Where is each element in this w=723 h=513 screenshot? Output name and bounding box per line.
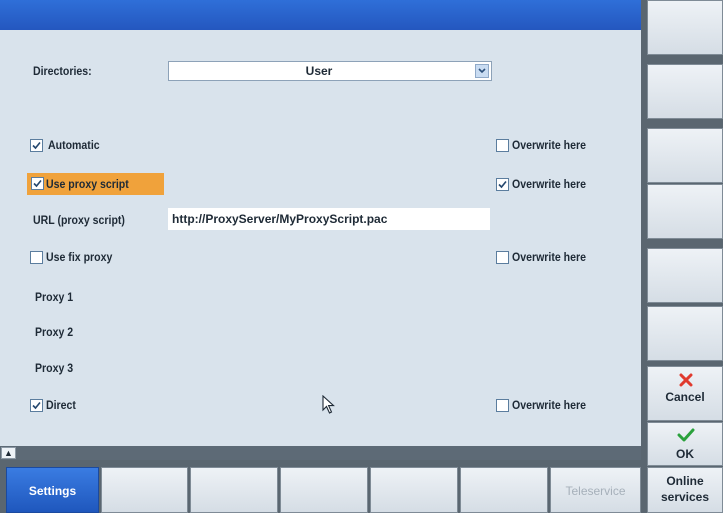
url-proxy-script-label: URL (proxy script) [33, 213, 125, 227]
check-icon [33, 179, 42, 188]
direct-checkbox[interactable] [30, 399, 43, 412]
softkey-bottom-6[interactable] [460, 467, 548, 513]
softkey-right-6[interactable] [647, 306, 723, 361]
online-services-button[interactable]: Online services [647, 467, 723, 513]
proxy-2-label: Proxy 2 [35, 325, 74, 339]
use-fix-proxy-label: Use fix proxy [46, 250, 113, 264]
title-bar [0, 0, 641, 30]
settings-softkey[interactable]: Settings [6, 467, 99, 513]
url-proxy-script-input[interactable]: http://ProxyServer/MyProxyScript.pac [168, 208, 490, 230]
ok-label: OK [676, 447, 694, 461]
automatic-checkbox[interactable] [30, 139, 43, 152]
overwrite-direct-checkbox[interactable] [496, 399, 509, 412]
mouse-pointer-icon [322, 395, 335, 414]
overwrite-automatic-checkbox[interactable] [496, 139, 509, 152]
horizontal-scrollbar[interactable]: ▲ [0, 446, 641, 460]
directories-value: User [305, 64, 333, 78]
teleservice-label: Teleservice [565, 484, 626, 498]
overwrite-automatic-label: Overwrite here [512, 138, 586, 152]
automatic-label: Automatic [48, 138, 100, 152]
check-icon [32, 401, 41, 410]
ok-button[interactable]: OK [647, 422, 723, 466]
cancel-label: Cancel [665, 390, 705, 404]
use-proxy-script-label: Use proxy script [46, 177, 129, 191]
use-fix-proxy-checkbox[interactable] [30, 251, 43, 264]
softkey-right-2[interactable] [647, 64, 723, 119]
chevron-down-icon[interactable] [475, 64, 489, 78]
ok-check-icon [677, 428, 695, 442]
overwrite-proxy-script-label: Overwrite here [512, 177, 586, 191]
settings-panel: Directories: User Automatic Overwrite he… [0, 0, 641, 460]
softkey-bottom-5[interactable] [370, 467, 458, 513]
check-icon [32, 141, 41, 150]
overwrite-fix-proxy-label: Overwrite here [512, 250, 586, 264]
cancel-icon [679, 373, 693, 387]
scroll-up-icon[interactable]: ▲ [1, 447, 16, 459]
check-icon [498, 180, 507, 189]
softkey-right-4[interactable] [647, 184, 723, 239]
proxy-3-label: Proxy 3 [35, 361, 74, 375]
softkey-bottom-3[interactable] [190, 467, 278, 513]
directories-dropdown[interactable]: User [168, 61, 492, 81]
online-services-label-line2: services [660, 490, 710, 504]
direct-label: Direct [46, 398, 76, 412]
directories-label: Directories: [33, 64, 92, 78]
softkey-right-5[interactable] [647, 248, 723, 303]
softkey-right-1[interactable] [647, 0, 723, 55]
softkey-right-3[interactable] [647, 128, 723, 183]
teleservice-softkey: Teleservice [550, 467, 641, 513]
overwrite-proxy-script-checkbox[interactable] [496, 178, 509, 191]
softkey-bottom-4[interactable] [280, 467, 368, 513]
overwrite-fix-proxy-checkbox[interactable] [496, 251, 509, 264]
cancel-button[interactable]: Cancel [647, 366, 723, 421]
overwrite-direct-label: Overwrite here [512, 398, 586, 412]
proxy-1-label: Proxy 1 [35, 290, 74, 304]
settings-label: Settings [28, 484, 77, 498]
use-proxy-script-checkbox[interactable] [31, 177, 44, 190]
softkey-bottom-2[interactable] [101, 467, 188, 513]
online-services-label-line1: Online [666, 474, 704, 488]
